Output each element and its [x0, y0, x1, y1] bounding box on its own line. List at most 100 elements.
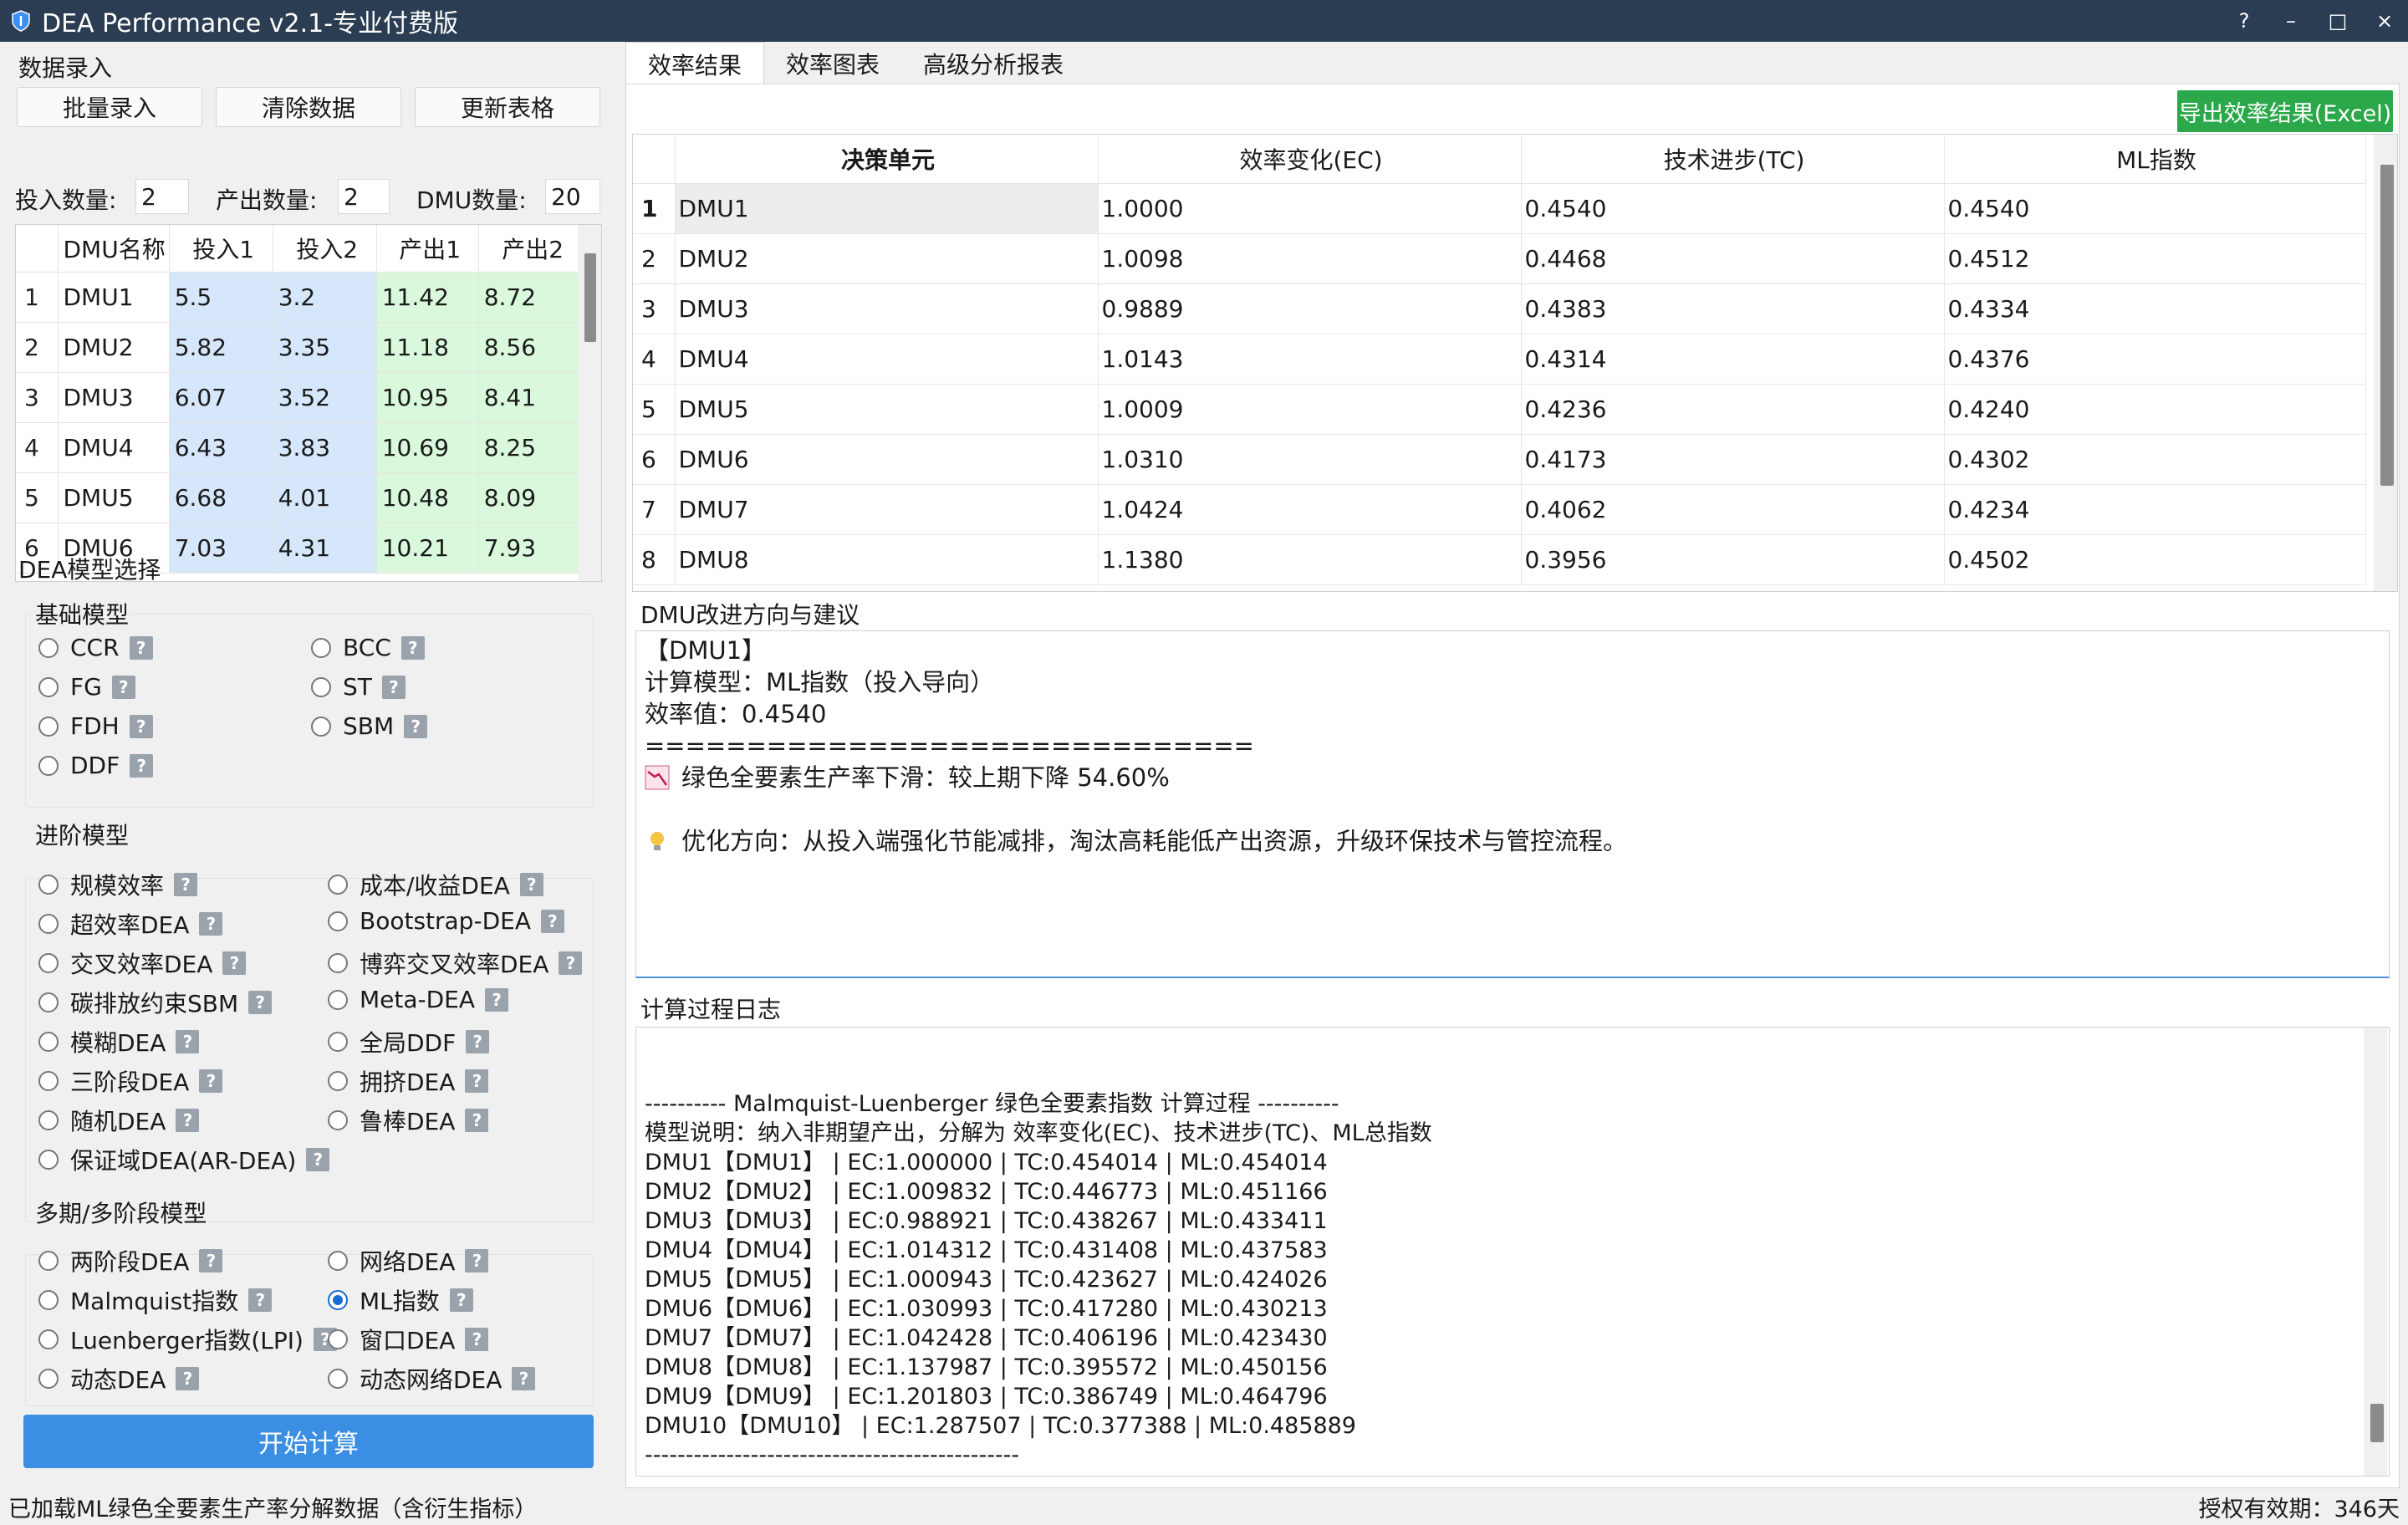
results-row[interactable]: 1 DMU1 1.0000 0.4540 0.4540 [633, 183, 2366, 234]
radio-advanced-option[interactable]: 超效率DEA? [38, 907, 223, 941]
help-question-icon[interactable]: ? [199, 1249, 223, 1273]
grid-cell[interactable]: 8.56 [478, 322, 583, 373]
radio-icon[interactable] [38, 1110, 59, 1130]
help-question-icon[interactable]: ? [222, 951, 247, 975]
tab-advanced-report[interactable]: 高级分析报表 [901, 42, 1085, 85]
grid-cell[interactable]: DMU2 [58, 322, 170, 373]
radio-basic-option[interactable]: ST? [311, 673, 406, 701]
radio-icon[interactable] [38, 1290, 59, 1310]
results-cell[interactable]: 0.4173 [1521, 434, 1945, 485]
help-question-icon[interactable]: ? [404, 714, 428, 738]
grid-row[interactable]: 4 DMU4 6.43 3.83 10.69 8.25 [16, 422, 583, 473]
radio-icon[interactable] [38, 1251, 59, 1271]
grid-cell[interactable]: 10.69 [376, 422, 479, 473]
grid-cell[interactable]: 5.82 [169, 322, 273, 373]
radio-icon[interactable] [328, 1071, 348, 1091]
grid-cell[interactable]: DMU3 [58, 372, 170, 423]
grid-cell[interactable]: 4.01 [273, 472, 377, 523]
close-button[interactable]: × [2361, 0, 2408, 42]
log-scrollbar-thumb[interactable] [2370, 1404, 2384, 1442]
radio-icon[interactable] [38, 875, 59, 895]
radio-icon[interactable] [328, 875, 348, 895]
help-question-icon[interactable]: ? [176, 1367, 200, 1390]
grid-cell[interactable]: 10.95 [376, 372, 479, 423]
grid-header[interactable]: 产出2 [478, 225, 583, 273]
grid-header[interactable]: DMU名称 [58, 225, 170, 273]
radio-advanced-option[interactable]: 全局DDF? [328, 1025, 490, 1058]
results-cell[interactable]: 1.0000 [1098, 183, 1522, 234]
radio-selected-icon[interactable] [328, 1290, 348, 1310]
grid-scrollbar[interactable] [578, 225, 601, 581]
results-row[interactable]: 8 DMU8 1.1380 0.3956 0.4502 [633, 534, 2366, 585]
help-question-icon[interactable]: ? [400, 635, 425, 660]
radio-icon[interactable] [328, 953, 348, 973]
radio-icon[interactable] [38, 1329, 59, 1349]
results-cell[interactable]: DMU4 [675, 334, 1099, 385]
radio-icon[interactable] [38, 1032, 59, 1052]
results-row[interactable]: 4 DMU4 1.0143 0.4314 0.4376 [633, 334, 2366, 385]
help-question-icon[interactable]: ? [466, 1030, 490, 1053]
grid-cell[interactable]: 7.03 [169, 523, 273, 574]
results-row[interactable]: 7 DMU7 1.0424 0.4062 0.4234 [633, 484, 2366, 535]
clear-data-button[interactable]: 清除数据 [216, 87, 401, 127]
results-cell[interactable]: 0.4062 [1521, 484, 1945, 535]
help-question-icon[interactable]: ? [176, 1109, 200, 1132]
radio-icon[interactable] [38, 1369, 59, 1389]
results-row[interactable]: 2 DMU2 1.0098 0.4468 0.4512 [633, 233, 2366, 284]
batch-entry-button[interactable]: 批量录入 [17, 87, 202, 127]
radio-icon[interactable] [328, 1032, 348, 1052]
export-excel-button[interactable]: 导出效率结果(Excel) [2177, 90, 2393, 132]
grid-cell[interactable]: 3.2 [273, 272, 377, 323]
input-data-grid[interactable]: DMU名称 投入1 投入2 产出1 产出2 1 DMU1 5.5 3.2 11.42 8.… [15, 224, 602, 582]
radio-advanced-option[interactable]: 三阶段DEA? [38, 1064, 223, 1098]
radio-multi-option[interactable]: ML指数? [328, 1283, 473, 1317]
results-cell[interactable]: 0.4376 [1944, 334, 2366, 385]
results-cell[interactable]: 1.1380 [1098, 534, 1522, 585]
help-question-icon[interactable]: ? [512, 1367, 536, 1390]
radio-icon[interactable] [328, 1369, 348, 1389]
grid-cell[interactable]: 11.42 [376, 272, 479, 323]
radio-advanced-option[interactable]: 鲁棒DEA? [328, 1104, 489, 1137]
help-button[interactable]: ? [2221, 0, 2268, 42]
results-cell[interactable]: 0.4468 [1521, 233, 1945, 284]
results-cell[interactable]: 0.4334 [1944, 283, 2366, 334]
results-cell[interactable]: 0.4234 [1944, 484, 2366, 535]
results-cell[interactable]: 0.4383 [1521, 283, 1945, 334]
radio-icon[interactable] [311, 637, 331, 658]
results-scrollbar-thumb[interactable] [2380, 165, 2394, 486]
maximize-button[interactable]: □ [2314, 0, 2361, 42]
grid-cell[interactable]: 8.72 [478, 272, 583, 323]
radio-basic-option[interactable]: CCR? [38, 634, 153, 661]
radio-advanced-option[interactable]: 模糊DEA? [38, 1025, 200, 1058]
grid-scrollbar-thumb[interactable] [584, 253, 596, 342]
help-question-icon[interactable]: ? [129, 714, 153, 738]
help-question-icon[interactable]: ? [130, 753, 154, 778]
radio-icon[interactable] [38, 914, 59, 934]
results-row[interactable]: 3 DMU3 0.9889 0.4383 0.4334 [633, 283, 2366, 334]
radio-icon[interactable] [328, 989, 348, 1010]
grid-row[interactable]: 1 DMU1 5.5 3.2 11.42 8.72 [16, 272, 583, 323]
results-cell[interactable]: 0.4512 [1944, 233, 2366, 284]
help-question-icon[interactable]: ? [540, 909, 564, 933]
radio-multi-option[interactable]: Malmquist指数? [38, 1283, 273, 1317]
help-question-icon[interactable]: ? [176, 1030, 200, 1053]
help-question-icon[interactable]: ? [248, 1288, 273, 1312]
grid-cell[interactable]: 8.25 [478, 422, 583, 473]
results-cell[interactable]: 1.0143 [1098, 334, 1522, 385]
grid-header[interactable]: 投入1 [169, 225, 273, 273]
help-question-icon[interactable]: ? [306, 1148, 330, 1171]
radio-advanced-option[interactable]: 碳排放约束SBM? [38, 986, 273, 1019]
results-table[interactable]: 决策单元 效率变化(EC) 技术进步(TC) ML指数 1 DMU1 1.0000 0… [632, 134, 2398, 592]
help-question-icon[interactable]: ? [465, 1328, 489, 1351]
help-question-icon[interactable]: ? [559, 951, 583, 975]
radio-icon[interactable] [38, 716, 59, 737]
input-count-field[interactable]: 2 [135, 179, 189, 214]
radio-multi-option[interactable]: 网络DEA? [328, 1244, 489, 1278]
radio-basic-option[interactable]: BCC? [311, 634, 425, 661]
radio-multi-option[interactable]: 窗口DEA? [328, 1323, 489, 1356]
help-question-icon[interactable]: ? [449, 1288, 473, 1312]
grid-header[interactable]: 产出1 [376, 225, 479, 273]
results-header-dmu[interactable]: 决策单元 [675, 135, 1099, 184]
results-cell[interactable]: DMU3 [675, 283, 1099, 334]
log-scrollbar[interactable] [2364, 1028, 2387, 1476]
